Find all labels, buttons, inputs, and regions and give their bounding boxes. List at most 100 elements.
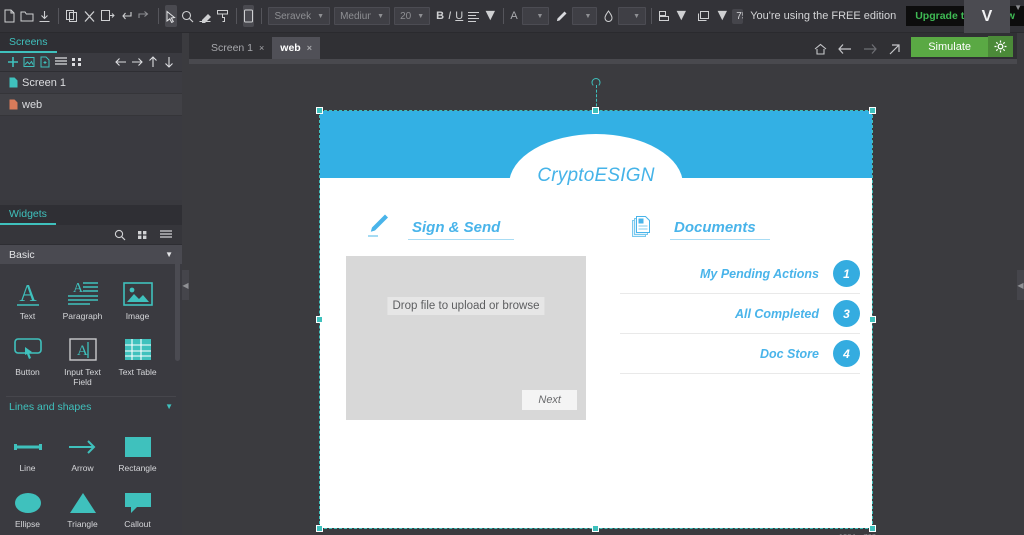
widget-group-basic[interactable]: Basic ▼ (0, 245, 182, 264)
widget-arrow[interactable]: Arrow (59, 425, 106, 473)
widget-text[interactable]: A Text (4, 273, 51, 321)
select-cursor-icon[interactable] (165, 5, 178, 27)
forward-arrow-icon[interactable] (863, 43, 878, 55)
widget-group-lines-and-shapes[interactable]: Lines and shapes ▼ (0, 397, 182, 416)
home-icon[interactable] (814, 43, 827, 55)
opacity-drop-icon[interactable] (603, 5, 614, 27)
web-file-icon (9, 99, 22, 110)
next-button[interactable]: Next (522, 390, 577, 410)
duplicate-screen-icon[interactable] (37, 55, 53, 70)
grid-view-icon[interactable] (69, 55, 85, 70)
artboard-web[interactable]: CryptoESIGN Sign & Send Drop file to upl… (316, 78, 876, 535)
sidebar-item-screen-1[interactable]: Screen 1 (0, 72, 182, 94)
close-icon[interactable]: × (307, 43, 312, 53)
widget-rectangle[interactable]: Rectangle (114, 425, 161, 473)
move-left-icon[interactable] (113, 55, 129, 70)
widget-line[interactable]: Line (4, 425, 51, 473)
close-icon[interactable]: × (259, 43, 264, 53)
chevron-down-icon: ▼ (165, 402, 173, 411)
resize-handle-ne[interactable] (869, 107, 876, 114)
list-item[interactable]: Doc Store 4 (620, 334, 860, 374)
back-arrow-icon[interactable] (838, 43, 852, 55)
font-size-select[interactable]: 20 ▼ (394, 7, 431, 25)
redo-icon[interactable] (137, 5, 151, 27)
tab-widgets[interactable]: Widgets (0, 208, 56, 225)
chevron-down-icon: ▼ (165, 250, 173, 259)
left-panel-collapse-handle[interactable]: ◀ (182, 270, 189, 300)
paste-icon[interactable] (100, 5, 115, 27)
underline-button[interactable]: U (455, 5, 463, 27)
font-family-select[interactable]: Seravek ▼ (268, 7, 331, 25)
resize-handle-sw[interactable] (316, 525, 323, 532)
widget-input-text-field[interactable]: A Input Text Field (59, 329, 106, 387)
resize-handle-s[interactable] (592, 525, 599, 532)
document-tabstrip: Screen 1 × web × Simulate (189, 33, 1017, 59)
widgets-scrollbar[interactable] (175, 251, 180, 361)
chevron-down-icon[interactable]: ▼ (1014, 3, 1022, 12)
gear-icon[interactable] (988, 36, 1013, 57)
screen-size-icon[interactable] (697, 5, 712, 27)
add-screen-icon[interactable] (5, 55, 21, 70)
widget-paragraph[interactable]: A Paragraph (59, 273, 106, 321)
file-dropzone[interactable]: Drop file to upload or browse Next (346, 256, 586, 420)
list-view-icon[interactable] (53, 55, 69, 70)
pen-tool-icon[interactable] (555, 5, 568, 27)
widget-text-table[interactable]: Text Table (114, 329, 161, 387)
widget-button[interactable]: Button (4, 329, 51, 387)
eraser-icon[interactable] (198, 5, 212, 27)
border-color-swatch[interactable]: ▼ (572, 7, 598, 25)
open-external-icon[interactable] (888, 43, 901, 55)
font-weight-select[interactable]: Medium I ▼ (334, 7, 391, 25)
cut-icon[interactable] (83, 5, 96, 27)
download-icon[interactable] (38, 5, 51, 27)
tab-screen-1[interactable]: Screen 1 × (203, 37, 272, 59)
right-panel-collapse-handle[interactable]: ◀ (1017, 270, 1024, 300)
duplicate-icon[interactable] (65, 5, 79, 27)
format-painter-icon[interactable] (216, 5, 229, 27)
device-preview-icon[interactable] (243, 5, 255, 27)
bold-button[interactable]: B (436, 5, 444, 27)
opacity-select[interactable]: ▼ (618, 7, 647, 25)
callout-widget-icon (123, 481, 153, 515)
resize-handle-n[interactable] (592, 107, 599, 114)
bold-label: B (436, 10, 445, 22)
arrange-layers-icon[interactable] (658, 5, 671, 27)
text-align-dropdown[interactable]: ▼ (482, 5, 498, 27)
resize-handle-se[interactable] (869, 525, 876, 532)
tab-screens[interactable]: Screens (0, 36, 57, 53)
list-item[interactable]: My Pending Actions 1 (620, 254, 860, 294)
move-down-icon[interactable] (161, 55, 177, 70)
move-up-icon[interactable] (145, 55, 161, 70)
sign-and-send-title: Sign & Send (408, 219, 515, 240)
search-icon[interactable] (112, 227, 128, 242)
ellipse-widget-icon (13, 481, 43, 515)
tab-web[interactable]: web × (272, 37, 320, 59)
widget-ellipse[interactable]: Ellipse (4, 481, 51, 529)
list-view-icon[interactable] (158, 227, 174, 242)
zoom-search-icon[interactable] (181, 5, 194, 27)
text-align-button[interactable] (467, 5, 480, 27)
add-image-screen-icon[interactable] (21, 55, 37, 70)
sidebar-item-web[interactable]: web (0, 94, 182, 116)
text-color-icon[interactable]: A (510, 5, 517, 27)
zoom-level-value[interactable]: 75% (732, 8, 744, 24)
list-item[interactable]: All Completed 3 (620, 294, 860, 334)
resize-handle-nw[interactable] (316, 107, 323, 114)
avatar[interactable]: V (964, 0, 1010, 33)
new-file-icon[interactable] (3, 5, 16, 27)
arrange-dropdown[interactable]: ▼ (673, 5, 689, 27)
widget-triangle[interactable]: Triangle (59, 481, 106, 529)
resize-handle-e[interactable] (869, 315, 876, 323)
widget-image[interactable]: Image (114, 273, 161, 321)
undo-icon[interactable] (119, 5, 133, 27)
text-color-swatch[interactable]: ▼ (521, 7, 550, 25)
screen-size-dropdown[interactable]: ▼ (714, 5, 730, 27)
widget-callout[interactable]: Callout (114, 481, 161, 529)
simulate-button[interactable]: Simulate (911, 37, 988, 57)
resize-handle-w[interactable] (316, 315, 323, 323)
italic-button[interactable]: I (448, 5, 451, 27)
open-folder-icon[interactable] (20, 5, 34, 27)
grid-view-icon[interactable] (135, 227, 151, 242)
rotation-handle[interactable] (591, 78, 601, 87)
move-right-icon[interactable] (129, 55, 145, 70)
